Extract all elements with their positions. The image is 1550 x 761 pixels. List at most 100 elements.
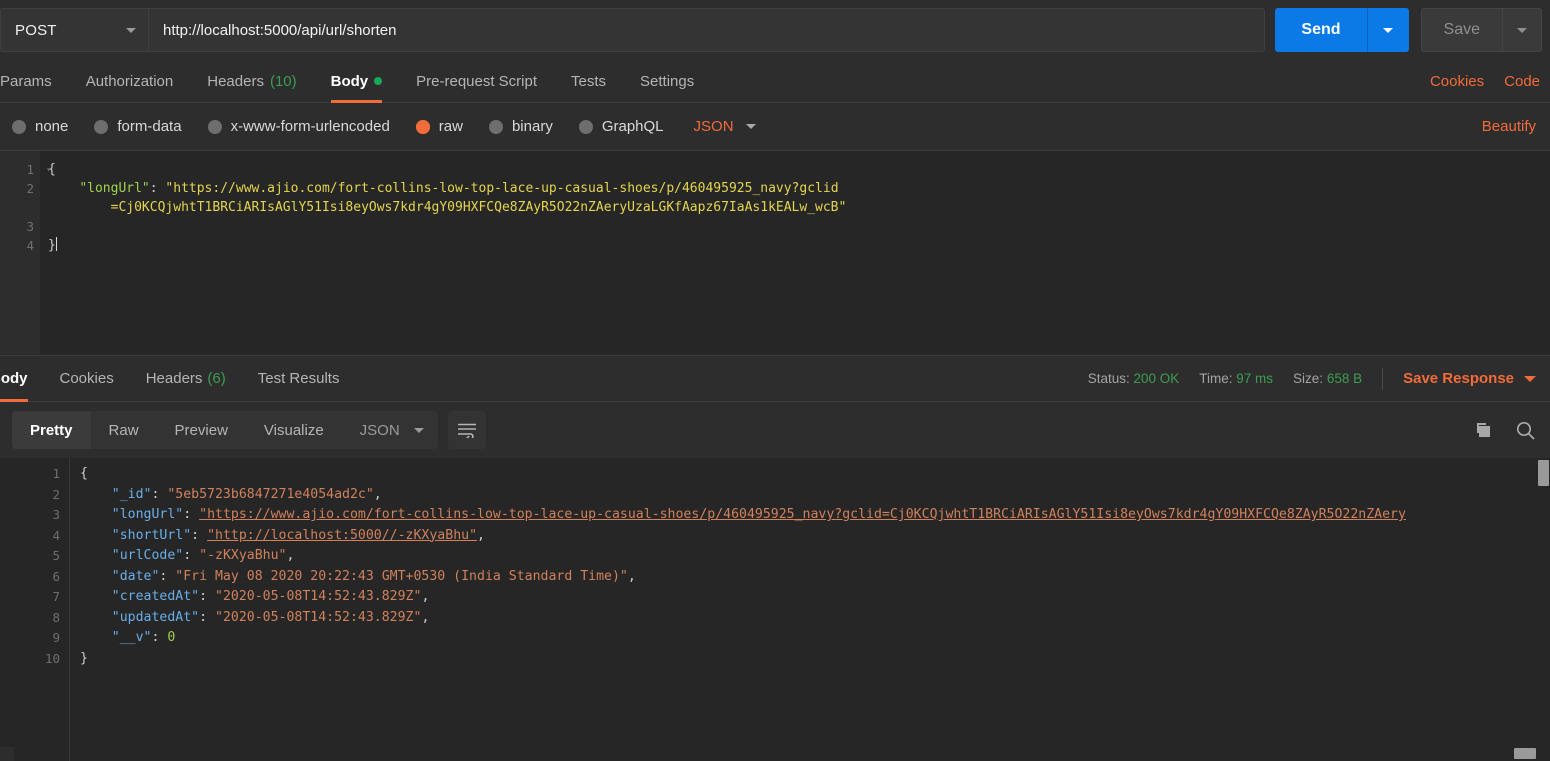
- http-method-selector[interactable]: POST: [0, 8, 148, 52]
- request-body-editor[interactable]: 1 ▾ 2 3 4 { "longUrl": "https://www.ajio.…: [0, 151, 1550, 356]
- json-value-date: "Fri May 08 2020 20:22:43 GMT+0530 (Indi…: [175, 568, 628, 584]
- body-type-none[interactable]: none: [12, 118, 68, 135]
- json-value-shorturl[interactable]: "http://localhost:5000//-zKXyaBhu": [207, 528, 477, 543]
- radio-icon: [94, 119, 109, 134]
- response-view-mode-group: Pretty Raw Preview Visualize JSON: [12, 411, 438, 449]
- line-number: 10: [44, 650, 60, 666]
- line-number: 6: [52, 568, 60, 584]
- response-actions: [1474, 420, 1536, 441]
- fold-icon: ▾: [46, 165, 51, 174]
- request-editor-gutter: 1 ▾ 2 3 4: [0, 151, 51, 355]
- wrap-lines-button[interactable]: [447, 411, 486, 449]
- response-vertical-scrollbar[interactable]: [1536, 458, 1550, 747]
- request-body-code[interactable]: { "longUrl": "https://www.ajio.com/fort-…: [40, 151, 1550, 355]
- response-format-selector[interactable]: JSON: [341, 411, 438, 449]
- radio-icon: [578, 119, 593, 134]
- chevron-down-icon: [1383, 27, 1394, 33]
- scrollbar-thumb[interactable]: [1514, 748, 1536, 759]
- tab-tests[interactable]: Tests: [554, 60, 623, 102]
- search-button[interactable]: [1515, 420, 1536, 441]
- body-type-x-www-form-urlencoded[interactable]: x-www-form-urlencoded: [207, 118, 390, 135]
- response-body-viewer[interactable]: 1 2 3 4 5 6 7 8 9 10 { "_id": "5eb5723b6…: [0, 458, 1550, 761]
- view-mode-visualize[interactable]: Visualize: [246, 411, 342, 449]
- json-close-brace: }: [80, 650, 88, 666]
- size-value: 658 B: [1326, 371, 1363, 386]
- json-value-v: 0: [167, 630, 176, 645]
- json-key-longurl: "longUrl": [79, 181, 150, 196]
- line-number: 7: [52, 589, 60, 604]
- body-type-label: form-data: [117, 118, 182, 135]
- response-tab-body[interactable]: Body: [0, 356, 44, 402]
- response-format-label: JSON: [359, 421, 400, 439]
- send-button-group: Send: [1275, 8, 1409, 52]
- response-tab-cookies[interactable]: Cookies: [44, 356, 130, 401]
- text-cursor: [55, 237, 57, 251]
- status-value: 200 OK: [1133, 371, 1180, 386]
- line-number: 2: [26, 181, 34, 196]
- send-options-button[interactable]: [1366, 8, 1409, 52]
- line-number: 4: [52, 527, 60, 543]
- response-tab-headers[interactable]: Headers (6): [130, 356, 242, 401]
- body-type-graphql[interactable]: GraphQL: [578, 118, 664, 135]
- divider: [1382, 367, 1384, 390]
- tab-label: Params: [0, 72, 52, 90]
- line-number: 2: [52, 486, 60, 502]
- response-json-code[interactable]: { "_id": "5eb5723b6847271e4054ad2c", "lo…: [70, 458, 1550, 761]
- response-tab-bar: Body Cookies Headers (6) Test Results St…: [0, 356, 1550, 402]
- body-type-raw[interactable]: raw: [415, 118, 463, 135]
- wrap-lines-icon: [457, 423, 476, 438]
- json-key-shorturl: "shortUrl": [111, 527, 192, 543]
- json-value-longurl[interactable]: "https://www.ajio.com/fort-collins-low-t…: [199, 507, 1406, 522]
- tab-authorization[interactable]: Authorization: [69, 60, 191, 102]
- line-number: 1: [52, 466, 60, 481]
- body-type-form-data[interactable]: form-data: [94, 118, 182, 135]
- raw-format-selector[interactable]: JSON: [694, 118, 756, 135]
- response-tab-test-results[interactable]: Test Results: [242, 356, 356, 401]
- code-link[interactable]: Code: [1494, 60, 1550, 102]
- request-url-input[interactable]: http://localhost:5000/api/url/shorten: [148, 8, 1266, 52]
- radio-icon-selected: [415, 119, 430, 134]
- search-icon: [1516, 421, 1535, 440]
- save-options-button[interactable]: [1502, 8, 1542, 52]
- headers-count: (10): [269, 72, 297, 90]
- tab-headers[interactable]: Headers (10): [190, 60, 313, 102]
- response-gutter: 1 2 3 4 5 6 7 8 9 10: [0, 458, 70, 761]
- cookies-link[interactable]: Cookies: [1420, 60, 1494, 102]
- send-button[interactable]: Send: [1275, 8, 1367, 52]
- save-button[interactable]: Save: [1420, 8, 1502, 52]
- tab-pre-request-script[interactable]: Pre-request Script: [399, 60, 554, 102]
- response-headers-count: (6): [207, 370, 226, 387]
- scrollbar-thumb[interactable]: [1538, 460, 1549, 486]
- view-mode-raw[interactable]: Raw: [91, 411, 157, 449]
- json-value-urlcode: "-zKXyaBhu": [199, 548, 287, 563]
- response-horizontal-scrollbar[interactable]: [70, 747, 1536, 761]
- copy-icon: [1477, 422, 1490, 437]
- line-number: 1 ▾: [26, 162, 51, 177]
- json-colon: :: [149, 181, 166, 196]
- tab-label: Body: [330, 72, 369, 90]
- body-present-indicator-icon: [374, 77, 383, 85]
- body-type-binary[interactable]: binary: [488, 118, 553, 135]
- json-value-id: "5eb5723b6847271e4054ad2c": [167, 486, 374, 502]
- tab-label: Pre-request Script: [416, 72, 538, 90]
- copy-button[interactable]: [1474, 421, 1493, 440]
- line-number: 5: [52, 548, 60, 563]
- request-tab-bar: Params Authorization Headers (10) Body P…: [0, 60, 1550, 103]
- beautify-button[interactable]: Beautify: [1482, 118, 1536, 135]
- scrollbar-corner: [0, 747, 14, 761]
- tab-label: Tests: [571, 72, 607, 90]
- json-key-v: "__v": [111, 630, 152, 645]
- json-value-updatedat: "2020-05-08T14:52:43.829Z": [215, 609, 422, 625]
- body-type-label: GraphQL: [601, 118, 664, 135]
- view-mode-pretty[interactable]: Pretty: [12, 411, 91, 449]
- chevron-down-icon: [1524, 375, 1536, 382]
- view-mode-preview[interactable]: Preview: [157, 411, 246, 449]
- tab-params[interactable]: Params: [0, 60, 69, 102]
- tab-bar-spacer: [711, 60, 1420, 102]
- json-key-longurl: "longUrl": [111, 507, 184, 522]
- chevron-down-icon: [745, 124, 756, 129]
- size-badge: Size: 658 B: [1293, 371, 1362, 386]
- tab-settings[interactable]: Settings: [623, 60, 711, 102]
- tab-body[interactable]: Body: [314, 60, 400, 103]
- save-response-button[interactable]: Save Response: [1403, 370, 1536, 387]
